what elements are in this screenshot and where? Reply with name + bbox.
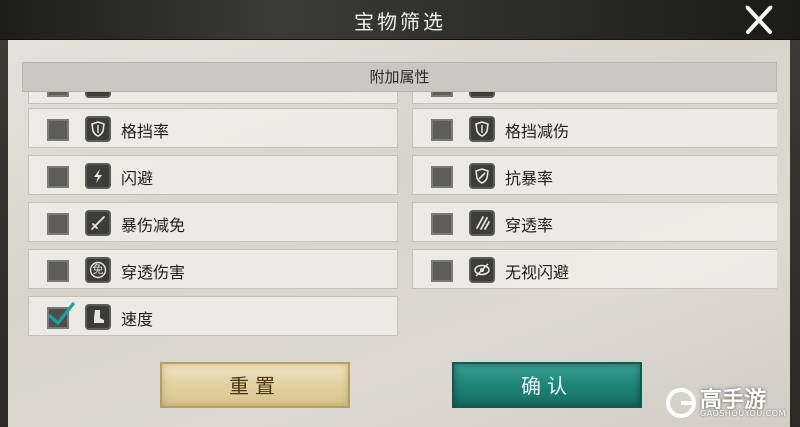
close-icon	[745, 5, 773, 34]
checkbox[interactable]	[47, 92, 69, 97]
window-title: 宝物筛选	[354, 10, 446, 34]
checkmark-icon	[48, 302, 75, 325]
eye-icon	[469, 257, 495, 283]
checkbox[interactable]	[47, 166, 69, 188]
attribute-icon	[85, 92, 111, 98]
reset-button[interactable]: 重置	[160, 362, 350, 408]
checkbox[interactable]	[47, 119, 69, 141]
boot-icon	[85, 304, 111, 330]
attribute-label: 无视闪避	[505, 263, 570, 282]
checkbox[interactable]	[431, 166, 453, 188]
filter-row-crit-dmg-reduction[interactable]: 暴伤减免	[28, 202, 398, 242]
filter-row-dodge[interactable]: 闪避	[28, 155, 398, 195]
filter-row-penetration-rate[interactable]: 穿透率	[412, 202, 777, 242]
filter-row-ignore-dodge[interactable]: 无视闪避	[412, 249, 777, 289]
checkbox[interactable]	[431, 119, 453, 141]
confirm-button[interactable]: 确认	[452, 362, 642, 408]
attribute-label: 速度	[121, 310, 154, 329]
brand-logo-icon	[666, 388, 696, 418]
attribute-label: 闪避	[121, 169, 154, 188]
filter-row-crit-resist[interactable]: 抗暴率	[412, 155, 777, 195]
shield-icon	[85, 116, 111, 142]
shield-icon	[469, 116, 495, 142]
checkbox[interactable]	[431, 260, 453, 282]
watermark-logo: 高手游 GAOSHOUYOU.COM	[664, 382, 794, 426]
attribute-label: 穿透率	[505, 216, 554, 235]
list-item[interactable]	[28, 92, 398, 104]
filter-panel: 附加属性 格挡率 闪避 暴伤减免 免 穿透伤害 速度 格挡减伤 抗暴率 穿透率 …	[8, 40, 790, 427]
claw-icon	[469, 210, 495, 236]
attribute-label: 穿透伤害	[121, 263, 186, 282]
left-frame	[0, 40, 8, 427]
sword-icon	[85, 210, 111, 236]
right-frame	[790, 40, 800, 427]
brand-domain: GAOSHOUYOU.COM	[700, 409, 787, 418]
section-header: 附加属性	[22, 62, 777, 92]
immune-icon: 免	[85, 257, 111, 283]
attribute-label: 暴伤减免	[121, 216, 186, 235]
attribute-label: 格挡率	[121, 122, 170, 141]
crit-resist-icon	[469, 163, 495, 189]
list-item[interactable]	[412, 92, 777, 104]
attribute-icon	[469, 92, 495, 98]
lightning-icon	[85, 163, 111, 189]
attribute-label: 格挡减伤	[505, 122, 570, 141]
immune-glyph: 免	[92, 263, 104, 276]
attribute-label: 抗暴率	[505, 169, 554, 188]
close-button[interactable]	[742, 4, 776, 36]
checkbox[interactable]	[431, 213, 453, 235]
checkbox[interactable]	[47, 213, 69, 235]
checkbox-checked[interactable]	[47, 302, 75, 329]
filter-row-block-rate[interactable]: 格挡率	[28, 108, 398, 148]
checkbox[interactable]	[431, 92, 453, 97]
attribute-list[interactable]: 格挡率 闪避 暴伤减免 免 穿透伤害 速度 格挡减伤 抗暴率 穿透率 无视闪避	[22, 92, 777, 388]
filter-row-penetration-damage[interactable]: 免 穿透伤害	[28, 249, 398, 289]
title-bar: 宝物筛选	[0, 0, 800, 40]
filter-row-speed[interactable]: 速度	[28, 296, 398, 336]
filter-row-block-dmg-reduction[interactable]: 格挡减伤	[412, 108, 777, 148]
checkbox[interactable]	[47, 260, 69, 282]
